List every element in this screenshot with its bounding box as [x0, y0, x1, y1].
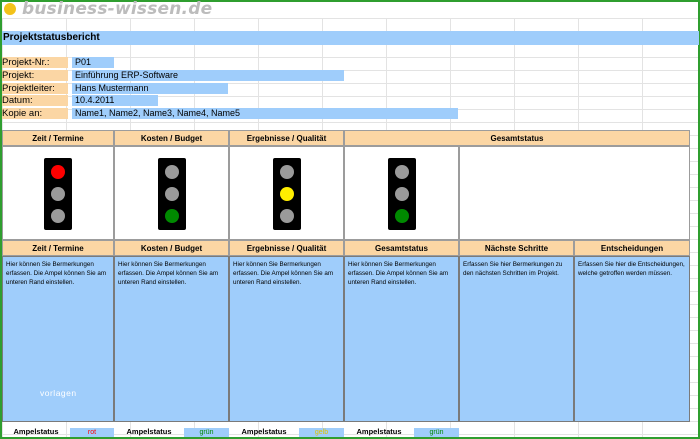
sun-logo-icon	[4, 3, 16, 15]
bulb-yellow-icon	[280, 187, 294, 201]
light-cell-empty	[459, 146, 690, 240]
status-label-time: Ampelstatus	[13, 427, 59, 436]
project-field[interactable]: Einführung ERP-Software	[72, 70, 344, 81]
header-cost-2: Kosten / Budget	[114, 240, 229, 256]
status-label-overall: Ampelstatus	[356, 427, 402, 436]
copy-label: Kopie an:	[2, 108, 68, 119]
comment-cost[interactable]: Hier können Sie Bermerkungen erfassen. D…	[114, 256, 229, 422]
lead-label: Projektleiter:	[2, 83, 68, 94]
brand-text: business-wissen.de	[22, 0, 213, 19]
comment-overall[interactable]: Hier können Sie Bermerkungen erfassen. D…	[344, 256, 459, 422]
traffic-light-results	[273, 158, 301, 230]
comment-results[interactable]: Hier können Sie Bermerkungen erfassen. D…	[229, 256, 344, 422]
bulb-green-icon	[280, 209, 294, 223]
project-no-label: Projekt-Nr.:	[2, 57, 68, 68]
status-value-overall[interactable]: grün	[414, 428, 459, 437]
bulb-yellow-icon	[165, 187, 179, 201]
status-value-cost[interactable]: grün	[184, 428, 229, 437]
bulb-yellow-icon	[395, 187, 409, 201]
header-results-2: Ergebnisse / Qualität	[229, 240, 344, 256]
bulb-yellow-icon	[51, 187, 65, 201]
header-decisions: Entscheidungen	[574, 240, 690, 256]
header-next-steps: Nächste Schritte	[459, 240, 574, 256]
copy-field[interactable]: Name1, Name2, Name3, Name4, Name5	[72, 108, 458, 119]
traffic-light-time	[44, 158, 72, 230]
bulb-green-icon	[51, 209, 65, 223]
date-field[interactable]: 10.4.2011	[72, 95, 158, 106]
lead-field[interactable]: Hans Mustermann	[72, 83, 228, 94]
status-label-results: Ampelstatus	[241, 427, 287, 436]
bulb-red-icon	[395, 165, 409, 179]
header-time: Zeit / Termine	[2, 130, 114, 146]
header-results: Ergebnisse / Qualität	[229, 130, 344, 146]
watermark: vorlagen	[40, 388, 77, 398]
header-overall-2: Gesamtstatus	[344, 240, 459, 256]
bulb-green-icon	[395, 209, 409, 223]
light-cell-overall	[344, 146, 459, 240]
report-title[interactable]: Projektstatusbericht	[2, 31, 699, 45]
header-time-2: Zeit / Termine	[2, 240, 114, 256]
project-no-field[interactable]: P01	[72, 57, 114, 68]
brand-header: business-wissen.de	[4, 0, 212, 18]
traffic-light-overall	[388, 158, 416, 230]
date-label: Datum:	[2, 95, 68, 106]
bulb-green-icon	[165, 209, 179, 223]
status-value-time[interactable]: rot	[70, 428, 114, 437]
light-cell-results	[229, 146, 344, 240]
project-label: Projekt:	[2, 70, 68, 81]
light-cell-time	[2, 146, 114, 240]
status-value-results[interactable]: gelb	[299, 428, 344, 437]
header-overall: Gesamtstatus	[344, 130, 690, 146]
status-label-cost: Ampelstatus	[126, 427, 172, 436]
bulb-red-icon	[280, 165, 294, 179]
light-cell-cost	[114, 146, 229, 240]
traffic-light-cost	[158, 158, 186, 230]
header-cost: Kosten / Budget	[114, 130, 229, 146]
comment-next-steps[interactable]: Erfassen Sie hier Bermerkungen zu den nä…	[459, 256, 574, 422]
comment-decisions[interactable]: Erfassen Sie hier die Entscheidungen, we…	[574, 256, 690, 422]
bulb-red-icon	[51, 165, 65, 179]
bulb-red-icon	[165, 165, 179, 179]
